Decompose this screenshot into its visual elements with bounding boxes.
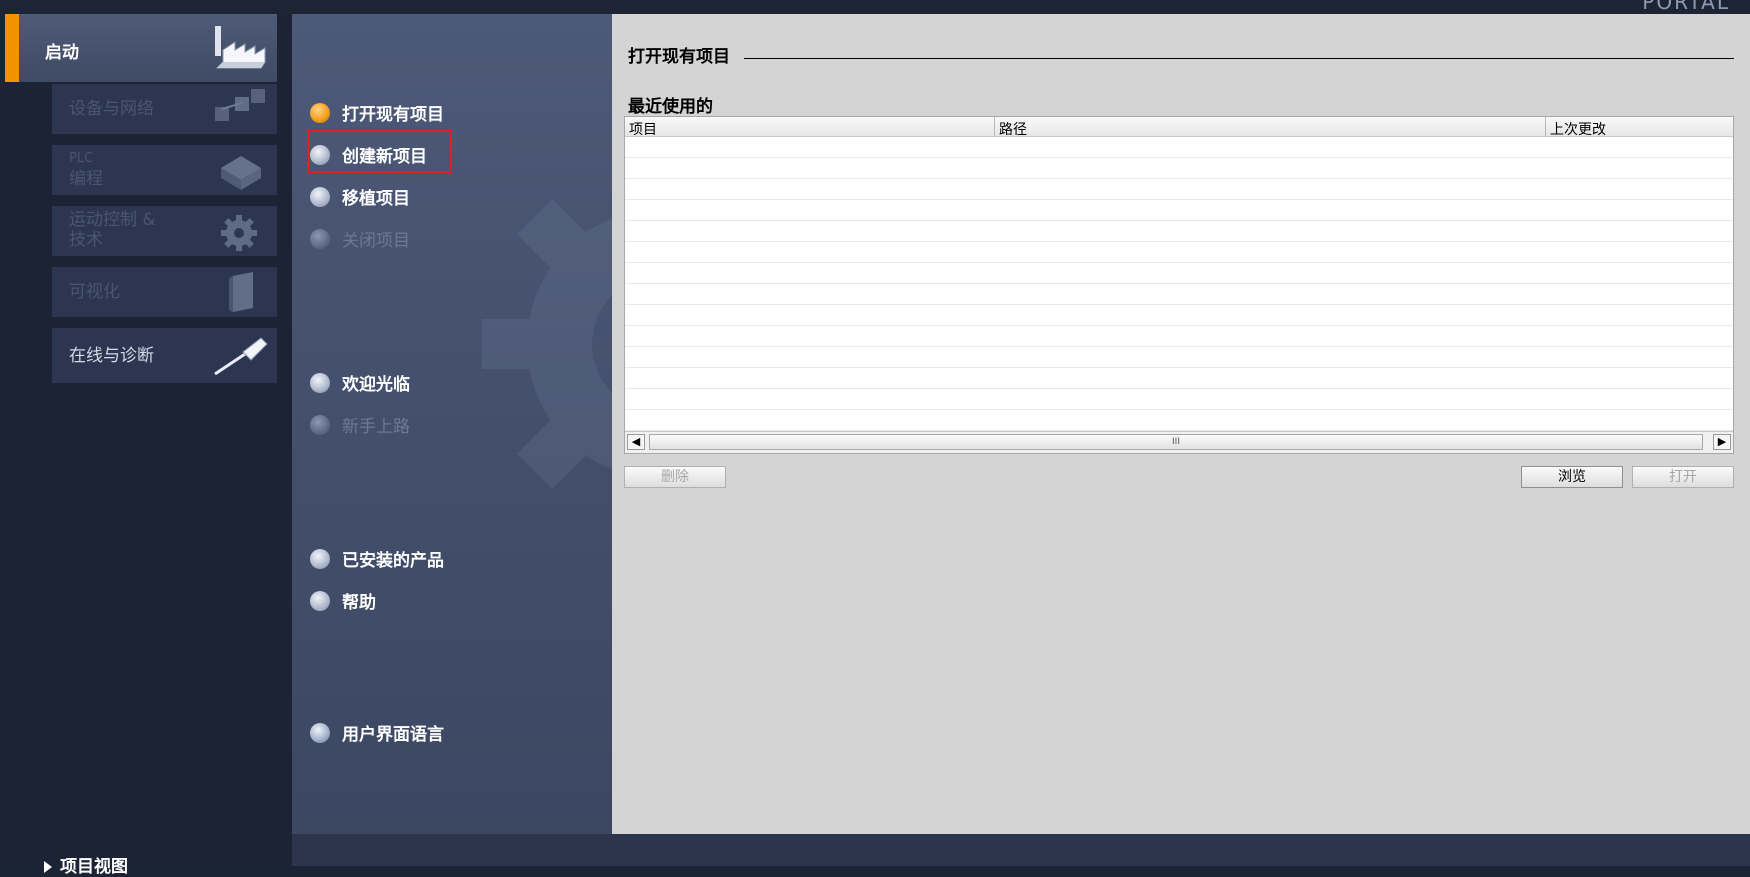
bullet-icon bbox=[310, 228, 330, 249]
bullet-icon bbox=[310, 548, 330, 569]
table-row[interactable] bbox=[625, 242, 1733, 263]
caret-right-icon bbox=[44, 861, 52, 873]
menu-item-label: 打开现有项目 bbox=[342, 105, 444, 125]
menu-item-label: 欢迎光临 bbox=[342, 375, 410, 395]
table-row[interactable] bbox=[625, 347, 1733, 368]
menu-migrate-project[interactable]: 移植项目 bbox=[310, 184, 410, 209]
bullet-icon bbox=[310, 144, 330, 165]
brand-label: PORTAL bbox=[1642, 0, 1730, 14]
nav-tile-label: 可视化 bbox=[69, 282, 120, 302]
title-divider bbox=[744, 58, 1734, 59]
bullet-icon bbox=[310, 372, 330, 393]
recent-projects-table[interactable]: 项目 路径 上次更改 ◀ III ▶ bbox=[624, 116, 1734, 454]
nav-tile-label-line1: 运动控制 & bbox=[69, 210, 156, 230]
table-row[interactable] bbox=[625, 137, 1733, 158]
table-row[interactable] bbox=[625, 326, 1733, 347]
bullet-icon bbox=[310, 414, 330, 435]
menu-item-label: 移植项目 bbox=[342, 189, 410, 209]
menu-first-steps: 新手上路 bbox=[310, 412, 410, 437]
panel-icon bbox=[229, 272, 253, 312]
menu-user-interface-language[interactable]: 用户界面语言 bbox=[310, 720, 444, 745]
portal-nav: 启动 设备与网络 PLC 编程 运动控制 & 技术 可视化 在线与诊断 项目视图 bbox=[0, 14, 292, 877]
table-row[interactable] bbox=[625, 200, 1733, 221]
nav-tile-online-diagnostics[interactable]: 在线与诊断 bbox=[52, 328, 277, 383]
action-menu: 打开现有项目 创建新项目 移植项目 关闭项目 欢迎光临 新手上路 已安装的产品 … bbox=[292, 14, 612, 834]
table-row[interactable] bbox=[625, 284, 1733, 305]
column-divider[interactable] bbox=[994, 117, 995, 137]
selected-bullet-icon bbox=[310, 102, 330, 123]
menu-close-project: 关闭项目 bbox=[310, 226, 410, 251]
delete-button: 删除 bbox=[624, 466, 726, 488]
scrollbar-grip: III bbox=[1172, 437, 1180, 447]
column-divider[interactable] bbox=[1545, 117, 1546, 137]
scroll-right-button[interactable]: ▶ bbox=[1713, 434, 1731, 450]
menu-welcome-tour[interactable]: 欢迎光临 bbox=[310, 370, 410, 395]
table-row[interactable] bbox=[625, 179, 1733, 200]
globe-icon bbox=[310, 722, 330, 743]
menu-item-label: 用户界面语言 bbox=[342, 725, 444, 745]
nav-tile-label-line1: PLC bbox=[69, 151, 94, 166]
menu-item-label: 创建新项目 bbox=[342, 147, 427, 167]
horizontal-scrollbar[interactable]: ◀ III ▶ bbox=[625, 431, 1733, 453]
scroll-left-button[interactable]: ◀ bbox=[627, 434, 645, 450]
gear-icon bbox=[221, 215, 257, 251]
column-header-path[interactable]: 路径 bbox=[999, 119, 1027, 139]
bottom-status-bar bbox=[292, 834, 1750, 866]
open-project-panel: 打开现有项目 最近使用的 项目 路径 上次更改 ◀ III ▶ 删除 浏览 打开 bbox=[612, 14, 1750, 834]
nav-tile-label-line2: 技术 bbox=[69, 230, 103, 250]
nav-tile-motion-technology: 运动控制 & 技术 bbox=[52, 206, 277, 256]
recent-projects-title: 最近使用的 bbox=[628, 97, 713, 117]
bullet-icon bbox=[310, 186, 330, 207]
menu-installed-products[interactable]: 已安装的产品 bbox=[310, 546, 444, 571]
column-header-last-modified[interactable]: 上次更改 bbox=[1550, 119, 1606, 139]
nav-tile-label: 设备与网络 bbox=[69, 99, 154, 119]
plc-cube-icon bbox=[221, 156, 261, 190]
nav-tile-plc-programming: PLC 编程 bbox=[52, 145, 277, 195]
table-row[interactable] bbox=[625, 368, 1733, 389]
project-view-label: 项目视图 bbox=[60, 857, 128, 877]
table-row[interactable] bbox=[625, 389, 1733, 410]
screwdriver-icon bbox=[214, 336, 268, 375]
browse-button[interactable]: 浏览 bbox=[1521, 466, 1623, 488]
nav-tile-devices-networks: 设备与网络 bbox=[52, 84, 277, 134]
project-view-link[interactable]: 项目视图 bbox=[44, 852, 128, 877]
nav-start-tab[interactable]: 启动 bbox=[5, 14, 277, 82]
table-body bbox=[625, 137, 1733, 431]
menu-item-label: 新手上路 bbox=[342, 417, 410, 437]
nav-start-label: 启动 bbox=[45, 43, 79, 63]
column-header-project[interactable]: 项目 bbox=[629, 119, 657, 139]
section-title: 打开现有项目 bbox=[628, 47, 730, 67]
table-header: 项目 路径 上次更改 bbox=[625, 117, 1733, 139]
nav-tile-label-line2: 编程 bbox=[69, 169, 103, 189]
table-row[interactable] bbox=[625, 305, 1733, 326]
bullet-icon bbox=[310, 590, 330, 611]
menu-item-label: 帮助 bbox=[342, 593, 376, 613]
menu-item-label: 关闭项目 bbox=[342, 231, 410, 251]
table-row[interactable] bbox=[625, 410, 1733, 431]
menu-item-label: 已安装的产品 bbox=[342, 551, 444, 571]
top-bar: PORTAL bbox=[0, 0, 1750, 14]
open-button: 打开 bbox=[1632, 466, 1734, 488]
menu-open-existing-project[interactable]: 打开现有项目 bbox=[310, 100, 444, 125]
menu-help[interactable]: 帮助 bbox=[310, 588, 376, 613]
nav-tile-label: 在线与诊断 bbox=[69, 346, 154, 366]
scrollbar-thumb[interactable]: III bbox=[649, 434, 1703, 450]
nav-tile-visualization: 可视化 bbox=[52, 267, 277, 317]
gear-watermark-icon bbox=[482, 199, 612, 489]
table-row[interactable] bbox=[625, 221, 1733, 242]
table-row[interactable] bbox=[625, 158, 1733, 179]
table-row[interactable] bbox=[625, 263, 1733, 284]
menu-create-new-project[interactable]: 创建新项目 bbox=[310, 142, 427, 167]
network-devices-icon bbox=[215, 89, 265, 121]
factory-icon bbox=[215, 26, 266, 69]
